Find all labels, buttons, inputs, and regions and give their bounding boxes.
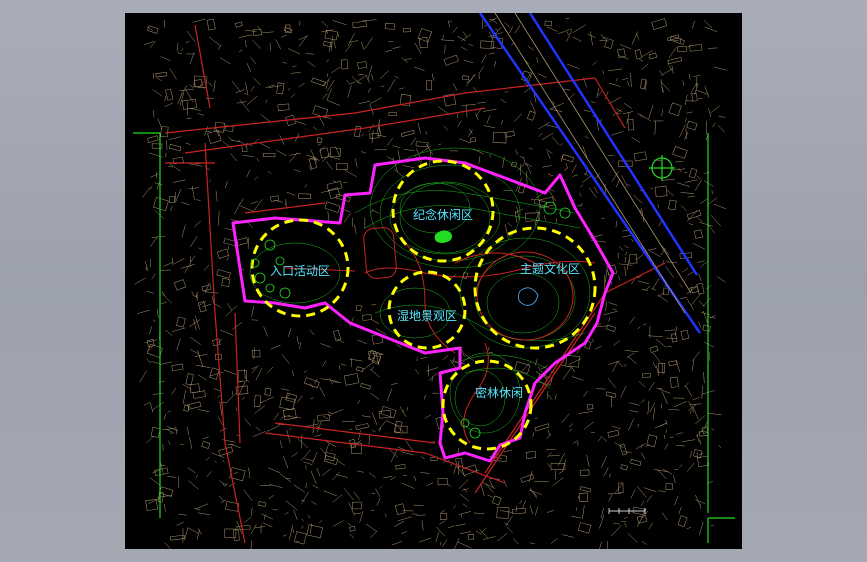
cad-drawing-canvas: 入口活动区 纪念休闲区 主题文化区 湿地景观区 密林休闲	[125, 13, 742, 549]
zone-circles	[250, 159, 597, 451]
zone-label-entrance: 入口活动区	[270, 264, 330, 278]
zone-label-forest: 密林休闲	[475, 385, 523, 400]
north-arrow-icon	[649, 155, 675, 181]
rail-track-tan	[514, 13, 692, 294]
zone-circle-culture	[473, 226, 597, 350]
urban-fabric	[134, 18, 727, 549]
pond-memorial	[434, 230, 452, 243]
zone-label-wetland: 湿地景观区	[397, 308, 457, 323]
zone-label-memorial: 纪念休闲区	[413, 207, 473, 222]
zone-label-culture: 主题文化区	[520, 261, 580, 276]
site-plan-map: 入口活动区 纪念休闲区 主题文化区 湿地景观区 密林休闲	[133, 13, 735, 549]
pond-culture	[517, 287, 539, 306]
scale-bar-icon	[608, 508, 646, 514]
zone-circle-forest	[441, 359, 533, 451]
park-paths	[284, 227, 596, 444]
